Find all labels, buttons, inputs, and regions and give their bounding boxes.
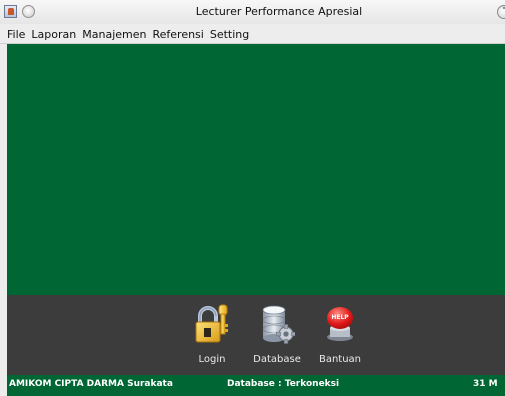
menu-referensi[interactable]: Referensi	[149, 24, 206, 41]
status-database: Database : Terkoneksi	[227, 379, 340, 389]
window-menu-button[interactable]: ˅	[497, 5, 505, 19]
status-date: 31 M	[473, 379, 498, 389]
database-button[interactable]: Database	[248, 304, 306, 365]
window-left-edge	[0, 44, 7, 396]
menu-laporan[interactable]: Laporan	[28, 24, 79, 41]
status-bar: AMIKOM CIPTA DARMA Surakata Database : T…	[7, 375, 505, 396]
status-institution: AMIKOM CIPTA DARMA Surakata	[9, 379, 173, 389]
bantuan-button[interactable]: HELP Bantuan	[317, 304, 363, 365]
menu-setting[interactable]: Setting	[207, 24, 252, 41]
toolbar: Login Database HELP Bantuan	[7, 295, 505, 375]
login-button[interactable]: Login	[190, 304, 234, 365]
title-bar: Lecturer Performance Apresial ˅	[0, 0, 505, 24]
window-title: Lecturer Performance Apresial	[195, 5, 363, 18]
database-gear-icon	[262, 305, 296, 344]
login-lock-key-icon	[195, 304, 228, 343]
bantuan-label: Bantuan	[318, 354, 362, 365]
database-label: Database	[253, 354, 301, 365]
login-label: Login	[198, 354, 226, 365]
help-badge-text: HELP	[331, 314, 349, 321]
help-button-icon: HELP	[327, 307, 353, 341]
menu-manajemen[interactable]: Manajemen	[79, 24, 149, 41]
desktop-area	[7, 44, 505, 295]
menu-file[interactable]: File	[0, 24, 28, 41]
menu-bar: File Laporan Manajemen Referensi Setting	[0, 24, 505, 44]
